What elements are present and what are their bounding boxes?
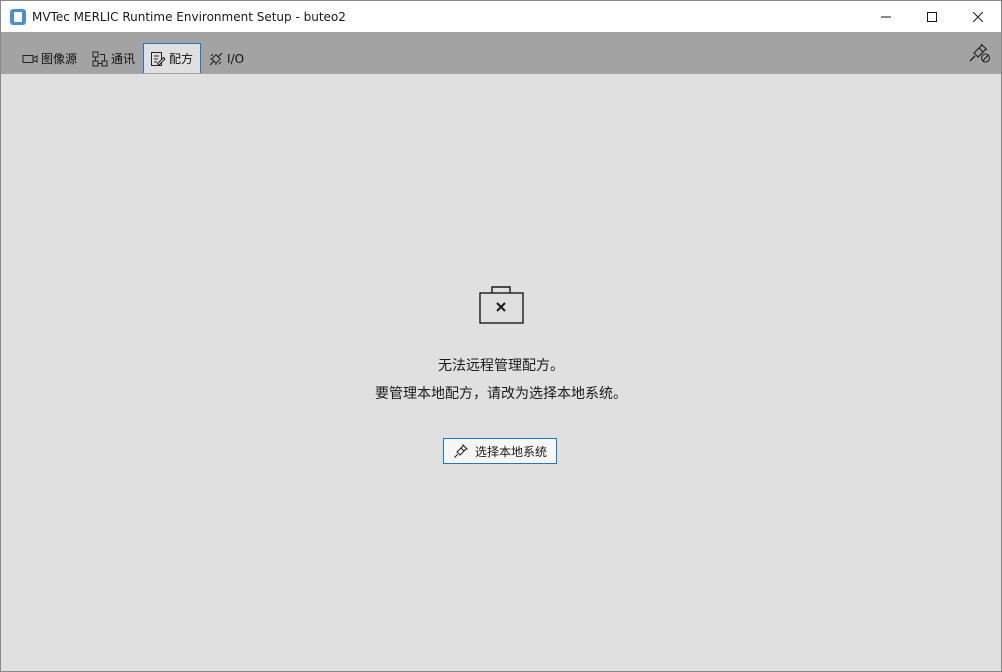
window-title: MVTec MERLIC Runtime Environment Setup -… [32, 9, 346, 24]
tab-image-source[interactable]: 图像源 [15, 44, 85, 72]
close-icon [973, 11, 983, 22]
tab-communication[interactable]: 通讯 [85, 44, 143, 72]
merlic-app-icon [10, 8, 26, 25]
tab-recipe[interactable]: 配方 [143, 43, 202, 73]
connection-status-icon[interactable] [967, 40, 991, 64]
maximize-icon [927, 11, 937, 22]
tab-io-label: I/O [227, 51, 245, 66]
tab-io[interactable]: I/O [201, 44, 252, 72]
close-button[interactable] [955, 1, 1001, 32]
select-local-system-label: 选择本地系统 [474, 444, 547, 459]
remote-recipe-message: 无法远程管理配方。 [438, 358, 564, 374]
tab-image-source-label: 图像源 [41, 52, 78, 66]
recipe-icon [150, 51, 166, 67]
camera-icon [22, 51, 38, 67]
app-window: MVTec MERLIC Runtime Environment Setup -… [0, 0, 1002, 672]
network-icon [92, 51, 108, 67]
tab-bar: 图像源 通讯 配方 I/O [1, 32, 1001, 74]
window-controls [863, 1, 1001, 32]
main-content: 无法远程管理配方。 要管理本地配方，请改为选择本地系统。 选择本地系统 [1, 74, 1001, 671]
io-plug-icon [208, 51, 224, 67]
minimize-button[interactable] [863, 1, 909, 32]
select-local-system-button[interactable]: 选择本地系统 [443, 438, 557, 464]
tab-recipe-label: 配方 [169, 52, 194, 66]
tab-communication-label: 通讯 [111, 52, 136, 66]
plug-connect-icon [453, 443, 469, 459]
recipe-unavailable-icon [479, 285, 525, 325]
maximize-button[interactable] [909, 1, 955, 32]
minimize-icon [881, 16, 891, 17]
title-bar[interactable]: MVTec MERLIC Runtime Environment Setup -… [1, 1, 1001, 32]
tab-list: 图像源 通讯 配方 I/O [15, 43, 252, 74]
select-local-hint: 要管理本地配方，请改为选择本地系统。 [375, 386, 627, 402]
